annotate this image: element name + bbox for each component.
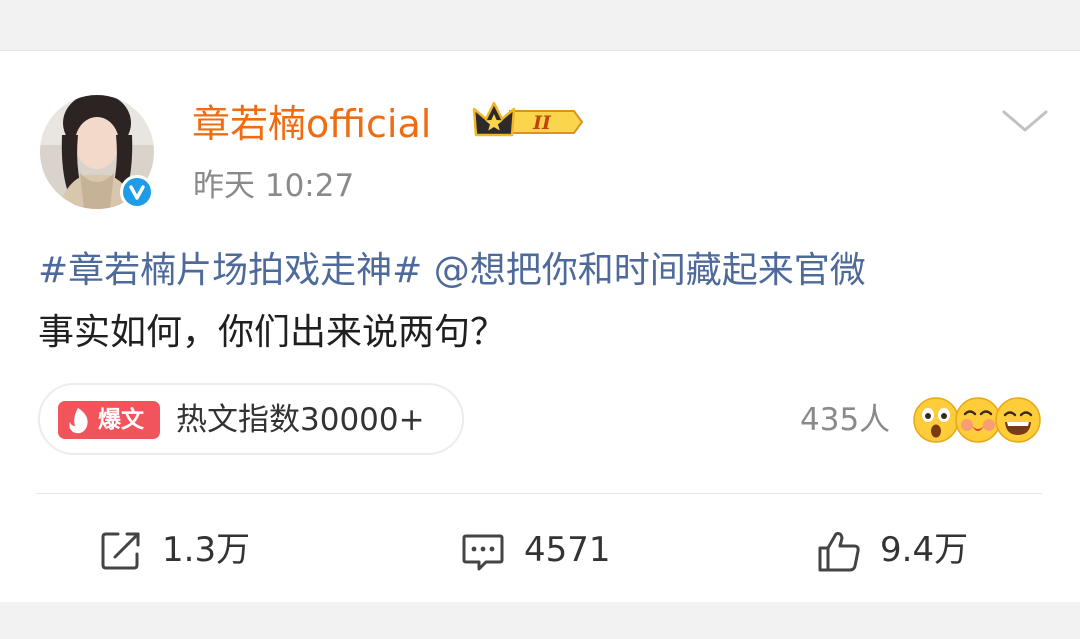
post-content-line-1: #章若楠片场拍戏走神# @想把你和时间藏起来官微 (38, 240, 1053, 302)
author-name[interactable]: 章若楠official (192, 100, 431, 148)
post-body-text: 事实如何，你们出来说两句？ (38, 312, 507, 353)
reaction-count[interactable]: 435人 (800, 400, 890, 440)
like-count: 9.4万 (880, 530, 969, 570)
crown-icon: II (472, 101, 584, 137)
mention-link[interactable]: @想把你和时间藏起来官微 (434, 250, 866, 291)
member-crown-badge[interactable]: II (470, 99, 588, 145)
comment-button[interactable]: 4571 (460, 522, 630, 578)
topic-hashtag-link[interactable]: #章若楠片场拍戏走神# (38, 250, 422, 291)
hot-badge-label: 爆文 (98, 407, 144, 433)
thumbs-up-icon (818, 532, 860, 572)
share-count: 1.3万 (162, 530, 251, 570)
verified-icon (120, 175, 154, 209)
like-button[interactable]: 9.4万 (816, 522, 996, 578)
hot-article-badge: 爆文 (58, 401, 160, 439)
share-icon (101, 532, 140, 570)
post-content: #章若楠片场拍戏走神# @想把你和时间藏起来官微 事实如何，你们出来说两句？ (38, 240, 1053, 364)
grin-emoji-icon[interactable] (994, 396, 1042, 444)
comment-count: 4571 (524, 530, 611, 570)
hot-article-pill[interactable]: 爆文 热文指数30000+ (38, 383, 464, 455)
action-bar-divider (36, 493, 1042, 494)
more-options-chevron-icon[interactable] (1000, 104, 1050, 136)
surprised-emoji-icon[interactable] (912, 396, 960, 444)
share-button[interactable]: 1.3万 (98, 522, 278, 578)
fire-icon (69, 408, 88, 434)
hot-index-text: 热文指数30000+ (176, 402, 425, 438)
comment-icon (462, 534, 504, 571)
member-level-text: II (532, 112, 552, 134)
post-time: 昨天 10:27 (193, 168, 355, 204)
